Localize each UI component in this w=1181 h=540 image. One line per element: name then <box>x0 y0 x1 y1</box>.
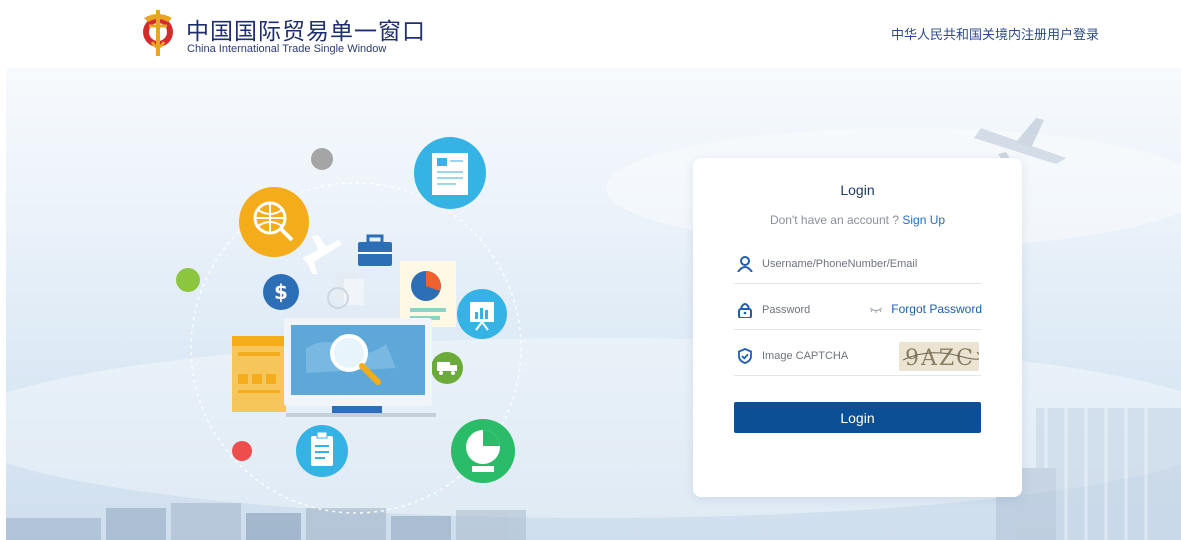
brand-title-cn: 中国国际贸易单一窗口 <box>186 19 426 45</box>
username-field[interactable]: Username/PhoneNumber/Email <box>734 246 981 284</box>
document-icon <box>414 137 486 209</box>
airplane-icon <box>302 235 342 274</box>
briefcase-icon <box>358 234 392 266</box>
user-icon <box>737 256 753 272</box>
signup-link[interactable]: Sign Up <box>902 213 945 227</box>
brand-title-en: China International Trade Single Window <box>187 43 387 55</box>
clipboard-icon <box>296 425 348 477</box>
truck-icon <box>431 352 463 384</box>
documents-globe-icon <box>327 273 364 309</box>
eye-closed-icon[interactable] <box>869 306 883 314</box>
password-input[interactable]: Password <box>762 304 810 316</box>
signup-prompt-text: Don't have an account ? <box>769 213 903 227</box>
report-pie-icon <box>400 261 456 327</box>
dollar-icon: $ <box>263 274 299 310</box>
login-button[interactable]: Login <box>734 402 981 433</box>
customs-emblem-icon <box>143 10 173 56</box>
header: 中国国际贸易单一窗口 China International Trade Sin… <box>0 0 1181 68</box>
captcha-field[interactable]: Image CAPTCHA 9AZC <box>734 338 981 376</box>
login-card: Login Don't have an account ? Sign Up Us… <box>693 158 1022 497</box>
trade-illustration: $ <box>176 137 522 514</box>
presentation-chart-icon <box>457 289 507 339</box>
captcha-image[interactable]: 9AZC <box>899 342 979 371</box>
svg-text:$: $ <box>274 280 288 304</box>
signup-prompt: Don't have an account ? Sign Up <box>693 213 1022 227</box>
username-input[interactable]: Username/PhoneNumber/Email <box>762 258 917 270</box>
ledger-icon <box>232 336 286 412</box>
domestic-user-login-link[interactable]: 中华人民共和国关境内注册用户登录 <box>891 24 1099 43</box>
shield-check-icon <box>738 348 752 364</box>
captcha-text: 9AZC <box>905 346 975 371</box>
password-field[interactable]: Password Forgot Password <box>734 292 982 330</box>
captcha-graphic: 9AZC <box>899 342 979 371</box>
lock-icon <box>738 303 752 318</box>
forgot-password-link[interactable]: Forgot Password <box>891 302 982 316</box>
login-title: Login <box>840 182 875 198</box>
pie-chart-icon <box>451 419 515 483</box>
monitor-search-icon <box>284 318 436 417</box>
globe-search-icon <box>239 187 309 257</box>
captcha-input[interactable]: Image CAPTCHA <box>762 350 848 362</box>
